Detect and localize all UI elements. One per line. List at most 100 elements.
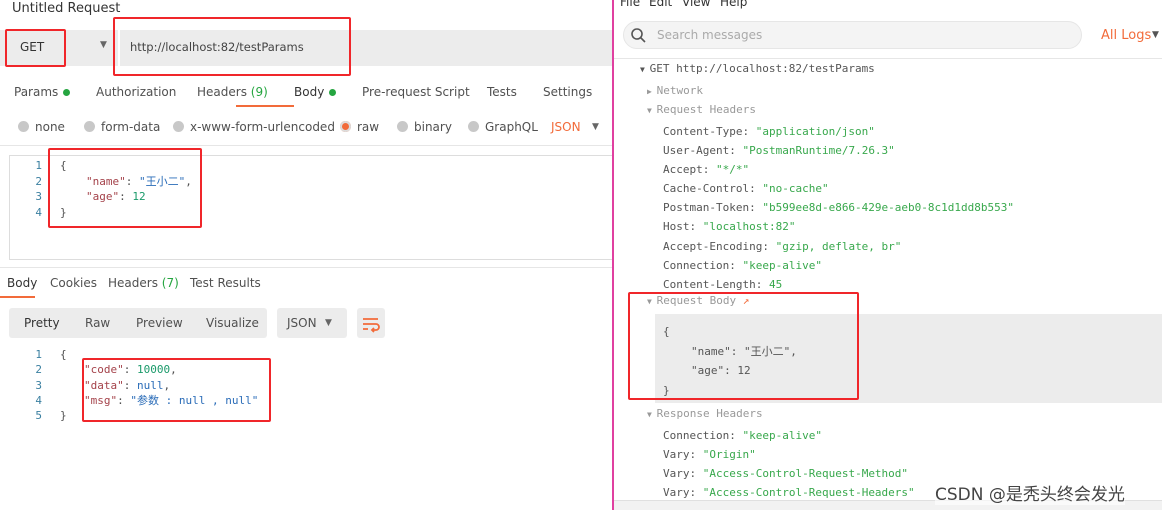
search-icon (631, 28, 646, 43)
header-row: Vary: "Origin" (663, 445, 915, 464)
header-row: Connection: "keep-alive" (663, 426, 915, 445)
tab-authorization[interactable]: Authorization (96, 85, 176, 99)
response-tab-body[interactable]: Body (7, 276, 37, 290)
header-key: Vary: (663, 467, 697, 481)
highlight-box (113, 17, 351, 76)
radio-icon (397, 121, 408, 132)
format-select[interactable]: JSON (551, 120, 581, 134)
network-section[interactable]: ▶ Network (647, 84, 703, 97)
radio-raw[interactable]: raw (340, 120, 379, 134)
active-tab-underline (236, 105, 294, 107)
radio-icon (468, 121, 479, 132)
header-value: "gzip, deflate, br" (775, 239, 902, 253)
header-row: Accept-Encoding: "gzip, deflate, br" (663, 237, 1014, 256)
highlight-box (48, 148, 202, 228)
tab-pre-request-script[interactable]: Pre-request Script (362, 85, 470, 99)
header-key: Connection: (663, 258, 736, 272)
view-raw[interactable]: Raw (85, 316, 110, 330)
header-key: Cache-Control: (663, 182, 756, 196)
header-key: Vary: (663, 486, 697, 500)
line-number: 2 (35, 174, 42, 188)
header-row: Host: "localhost:82" (663, 217, 1014, 236)
response-headers-list: Connection: "keep-alive" Vary: "Origin" Va… (663, 426, 915, 502)
header-value: "keep-alive" (742, 429, 822, 442)
header-row: User-Agent: "PostmanRuntime/7.26.3" (663, 141, 1014, 160)
tab-params[interactable]: Params (14, 85, 71, 99)
divider (614, 58, 1162, 59)
count-badge: (9) (250, 85, 268, 99)
header-value: "Origin" (702, 448, 756, 462)
tab-settings[interactable]: Settings (543, 85, 592, 99)
header-value: "Access-Control-Request-Headers" (702, 486, 915, 500)
tab-headers[interactable]: Headers (9) (197, 85, 268, 99)
chevron-down-icon[interactable]: ▼ (1152, 30, 1159, 40)
log-filter-select[interactable]: All Logs (1101, 28, 1151, 43)
radio-label: binary (414, 120, 452, 134)
request-headers-list: Content-Type: "application/json" User-Age… (663, 122, 1014, 294)
radio-urlencoded[interactable]: x-www-form-urlencoded (173, 120, 335, 134)
header-value: 45 (768, 277, 783, 291)
watermark: CSDN @是秃头终会发光 (935, 480, 1125, 505)
tab-tests[interactable]: Tests (487, 85, 517, 99)
header-key: Accept: (663, 163, 710, 177)
header-value: "b599ee8d-e866-429e-aeb0-8c1d1dd8b553" (762, 201, 1015, 215)
header-value: "PostmanRuntime/7.26.3" (742, 144, 895, 158)
radio-binary[interactable]: binary (397, 120, 452, 134)
window-border (612, 0, 614, 510)
chevron-down-icon[interactable]: ▼ (592, 122, 599, 132)
header-value: "localhost:82" (702, 220, 796, 234)
header-key: Vary: (663, 448, 697, 462)
caret-down-icon: ▼ (647, 410, 657, 419)
divider (0, 145, 612, 146)
caret-down-icon: ▼ (647, 106, 657, 115)
count-badge: (7) (161, 276, 179, 290)
menu-file[interactable]: File (620, 0, 640, 9)
header-value: "keep-alive" (742, 258, 822, 272)
header-row: Postman-Token: "b599ee8d-e866-429e-aeb0-… (663, 198, 1014, 217)
tab-body[interactable]: Body (294, 85, 337, 99)
line-number: 4 (35, 393, 42, 407)
chevron-down-icon: ▼ (325, 318, 332, 328)
status-dot (329, 89, 337, 96)
caret-right-icon: ▶ (647, 87, 657, 96)
header-value: "application/json" (755, 125, 875, 138)
header-row: Connection: "keep-alive" (663, 256, 1014, 275)
divider (0, 267, 612, 268)
radio-label: form-data (101, 120, 161, 134)
wrap-lines-button[interactable] (357, 308, 385, 338)
highlight-box (82, 358, 271, 422)
tab-label: Params (14, 85, 59, 99)
header-row: Content-Length: 45 (663, 275, 1014, 294)
line-number: 5 (35, 409, 42, 423)
radio-form-data[interactable]: form-data (84, 120, 160, 134)
header-row: Accept: "*/*" (663, 160, 1014, 179)
log-entry[interactable]: ▼ GET http://localhost:82/testParams (640, 62, 875, 75)
header-key: User-Agent: (663, 144, 736, 158)
response-headers-section[interactable]: ▼ Response Headers (647, 407, 763, 420)
menu-help[interactable]: Help (720, 0, 747, 9)
header-row: Content-Type: "application/json" (663, 122, 1014, 141)
response-tab-headers[interactable]: Headers (7) (108, 276, 179, 290)
view-preview[interactable]: Preview (136, 316, 183, 330)
header-key: Accept-Encoding: (663, 239, 769, 253)
line-number: 2 (35, 363, 42, 377)
radio-graphql[interactable]: GraphQL (468, 120, 538, 134)
menu-view[interactable]: View (682, 0, 710, 9)
highlight-box (5, 29, 66, 67)
active-tab-underline (0, 296, 35, 298)
response-tab-cookies[interactable]: Cookies (50, 276, 97, 290)
highlight-box (628, 292, 859, 400)
request-headers-section[interactable]: ▼ Request Headers (647, 103, 756, 116)
response-tab-test-results[interactable]: Test Results (190, 276, 261, 290)
header-key: Content-Type: (663, 125, 750, 138)
radio-none[interactable]: none (18, 120, 65, 134)
line-number: 3 (35, 190, 42, 203)
section-label: Network (656, 84, 703, 97)
view-pretty[interactable]: Pretty (24, 316, 60, 330)
chevron-down-icon[interactable]: ▼ (100, 40, 107, 50)
view-visualize[interactable]: Visualize (206, 316, 259, 330)
tab-label: Body (294, 85, 325, 99)
menu-edit[interactable]: Edit (649, 0, 672, 9)
wrap-icon (363, 318, 380, 333)
radio-selected-icon (340, 121, 351, 132)
